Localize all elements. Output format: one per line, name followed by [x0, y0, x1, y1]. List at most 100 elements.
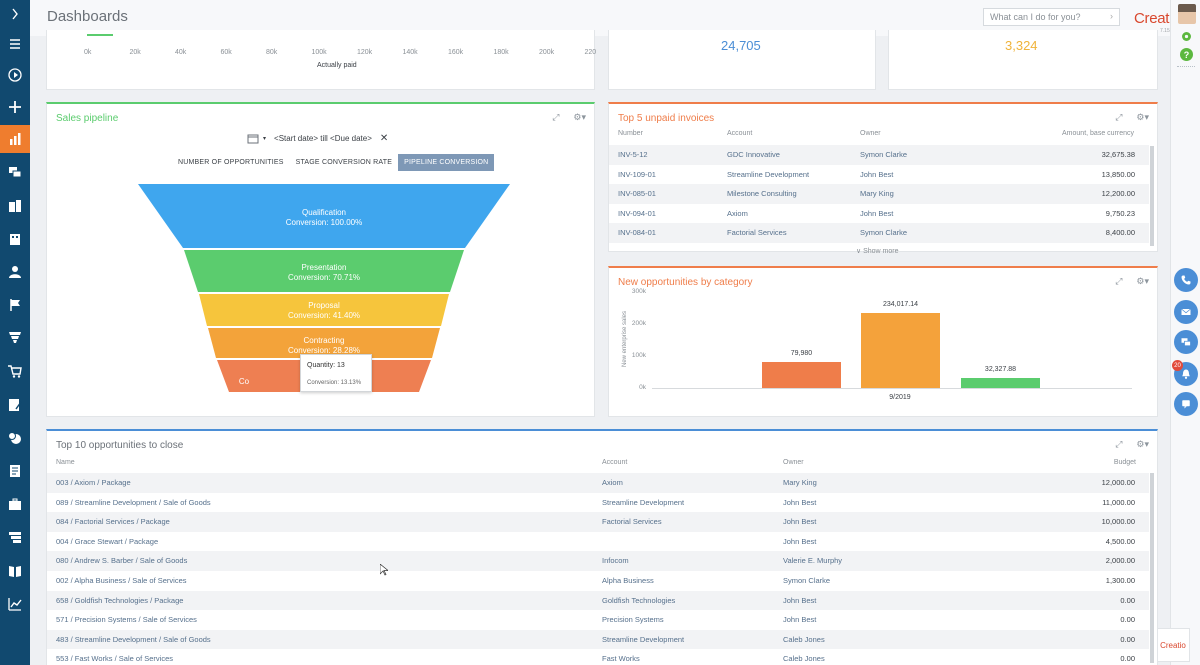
settings-menu-icon[interactable]: ⚙▾	[573, 112, 586, 123]
table-row[interactable]: 571 / Precision Systems / Sale of Servic…	[47, 610, 1149, 630]
date-filter[interactable]: ▾ <Start date> till <Due date> ✕	[247, 133, 388, 144]
expand-icon[interactable]: ⤢	[1115, 112, 1122, 123]
sidebar-item-chevron-right[interactable]	[0, 0, 30, 28]
sidebar-item-plus[interactable]	[0, 93, 30, 121]
column-header[interactable]: Account	[727, 130, 752, 137]
opportunity-account[interactable]: Axiom	[602, 478, 623, 487]
invoice-account[interactable]: GDC Innovative	[727, 150, 780, 159]
opportunity-account[interactable]: Precision Systems	[602, 615, 664, 624]
opportunity-name[interactable]: 089 / Streamline Development / Sale of G…	[56, 498, 211, 507]
sidebar-item-building[interactable]	[0, 225, 30, 253]
invoice-number[interactable]: INV-109-01	[618, 170, 656, 179]
table-row[interactable]: 004 / Grace Stewart / Package John Best 4,…	[47, 532, 1149, 552]
sidebar-item-funnel[interactable]	[0, 323, 30, 351]
opportunity-owner[interactable]: John Best	[783, 537, 816, 546]
help-icon[interactable]: ?	[1180, 48, 1193, 61]
opportunity-owner[interactable]: John Best	[783, 596, 816, 605]
opportunity-account[interactable]: Streamline Development	[602, 498, 684, 507]
column-header[interactable]: Number	[618, 130, 643, 137]
invoice-account[interactable]: Factorial Services	[727, 228, 787, 237]
opportunity-owner[interactable]: John Best	[783, 615, 816, 624]
column-header[interactable]: Amount, base currency	[1030, 130, 1134, 137]
dropdown-caret-icon[interactable]: ▾	[263, 135, 266, 142]
sidebar-item-briefcase[interactable]	[0, 490, 30, 518]
table-row[interactable]: INV-5-12 GDC Innovative Symon Clarke 32,675…	[609, 145, 1149, 165]
table-row[interactable]: INV-085-01 Milestone Consulting Mary King 1…	[609, 184, 1149, 204]
invoice-owner[interactable]: Mary King	[860, 189, 894, 198]
opportunity-owner[interactable]: Symon Clarke	[783, 576, 830, 585]
table-row[interactable]: INV-109-01 Streamline Development John Bes…	[609, 165, 1149, 185]
invoice-owner[interactable]: Symon Clarke	[860, 228, 907, 237]
opportunity-name[interactable]: 002 / Alpha Business / Sale of Services	[56, 576, 187, 585]
table-row[interactable]: 089 / Streamline Development / Sale of G…	[47, 493, 1149, 513]
sidebar-item-layers[interactable]	[0, 523, 30, 551]
scrollbar[interactable]	[1150, 473, 1154, 663]
invoice-account[interactable]: Milestone Consulting	[727, 189, 797, 198]
chat-icon[interactable]	[1174, 330, 1198, 354]
opportunity-name[interactable]: 080 / Andrew S. Barber / Sale of Goods	[56, 556, 187, 565]
opportunity-name[interactable]: 483 / Streamline Development / Sale of G…	[56, 635, 211, 644]
table-row[interactable]: 080 / Andrew S. Barber / Sale of Goods In…	[47, 551, 1149, 571]
table-row[interactable]: INV-094-01 Axiom John Best 9,750.23	[609, 204, 1149, 224]
table-row[interactable]: INV-084-01 Factorial Services Symon Clarke…	[609, 223, 1149, 243]
scrollbar[interactable]	[1150, 146, 1154, 246]
user-avatar[interactable]	[1178, 4, 1196, 24]
bar-series-2[interactable]	[861, 313, 940, 388]
opportunity-account[interactable]: Factorial Services	[602, 517, 662, 526]
sidebar-item-flag[interactable]	[0, 291, 30, 319]
table-row[interactable]: 483 / Streamline Development / Sale of G…	[47, 629, 1149, 650]
opportunity-name[interactable]: 003 / Axiom / Package	[56, 478, 131, 487]
bar-series-3[interactable]	[961, 377, 1040, 388]
invoice-number[interactable]: INV-094-01	[618, 209, 656, 218]
opportunity-name[interactable]: 571 / Precision Systems / Sale of Servic…	[56, 615, 197, 624]
expand-icon[interactable]: ⤢	[1115, 439, 1122, 450]
opportunity-owner[interactable]: John Best	[783, 498, 816, 507]
opportunity-name[interactable]: 553 / Fast Works / Sale of Services	[56, 654, 173, 663]
opportunity-account[interactable]: Goldfish Technologies	[602, 596, 675, 605]
bar-series-1[interactable]	[762, 362, 841, 388]
opportunity-owner[interactable]: Mary King	[783, 478, 817, 487]
opportunity-name[interactable]: 084 / Factorial Services / Package	[56, 517, 170, 526]
expand-icon[interactable]: ⤢	[1115, 276, 1122, 287]
sidebar-item-contact[interactable]	[0, 258, 30, 286]
column-header[interactable]: Owner	[783, 459, 804, 466]
sidebar-item-menu[interactable]	[0, 30, 30, 58]
invoice-number[interactable]: INV-5-12	[618, 150, 648, 159]
sidebar-item-analytics[interactable]	[0, 590, 30, 618]
email-icon[interactable]	[1174, 300, 1198, 324]
column-header[interactable]: Owner	[860, 130, 881, 137]
opportunity-owner[interactable]: Valerie E. Murphy	[783, 556, 842, 565]
invoice-owner[interactable]: Symon Clarke	[860, 150, 907, 159]
opportunity-owner[interactable]: Caleb Jones	[783, 654, 825, 663]
table-row[interactable]: 658 / Goldfish Technologies / Package Gol…	[47, 590, 1149, 611]
column-header[interactable]: Budget	[1036, 459, 1136, 466]
show-more-link[interactable]: ∨ Show more	[856, 247, 898, 255]
settings-menu-icon[interactable]: ⚙▾	[1136, 439, 1149, 450]
invoice-account[interactable]: Streamline Development	[727, 170, 809, 179]
opportunity-owner[interactable]: John Best	[783, 517, 816, 526]
phone-icon[interactable]	[1174, 268, 1198, 292]
chevron-right-icon[interactable]: ›	[1110, 11, 1113, 21]
sidebar-item-accounts[interactable]	[0, 192, 30, 220]
column-header[interactable]: Account	[602, 459, 627, 466]
sidebar-item-play[interactable]	[0, 61, 30, 89]
opportunity-account[interactable]: Streamline Development	[602, 635, 684, 644]
table-row[interactable]: 084 / Factorial Services / Package Factor…	[47, 512, 1149, 532]
invoice-number[interactable]: INV-085-01	[618, 189, 656, 198]
sidebar-item-cart[interactable]	[0, 357, 30, 385]
opportunity-account[interactable]: Alpha Business	[602, 576, 654, 585]
invoice-owner[interactable]: John Best	[860, 170, 893, 179]
sidebar-item-edit[interactable]	[0, 391, 30, 419]
opportunity-name[interactable]: 658 / Goldfish Technologies / Package	[56, 596, 183, 605]
settings-icon[interactable]	[1180, 30, 1193, 43]
feed-icon[interactable]	[1174, 392, 1198, 416]
sidebar-item-book[interactable]	[0, 557, 30, 585]
opportunity-account[interactable]: Fast Works	[602, 654, 640, 663]
clear-filter-icon[interactable]: ✕	[380, 133, 388, 144]
sidebar-item-document[interactable]	[0, 457, 30, 485]
settings-menu-icon[interactable]: ⚙▾	[1136, 276, 1149, 287]
sidebar-item-dollar[interactable]	[0, 424, 30, 452]
tab-stage-conversion-rate[interactable]: STAGE CONVERSION RATE	[290, 154, 399, 171]
tab-pipeline-conversion[interactable]: PIPELINE CONVERSION	[398, 154, 495, 171]
opportunity-account[interactable]: Infocom	[602, 556, 629, 565]
